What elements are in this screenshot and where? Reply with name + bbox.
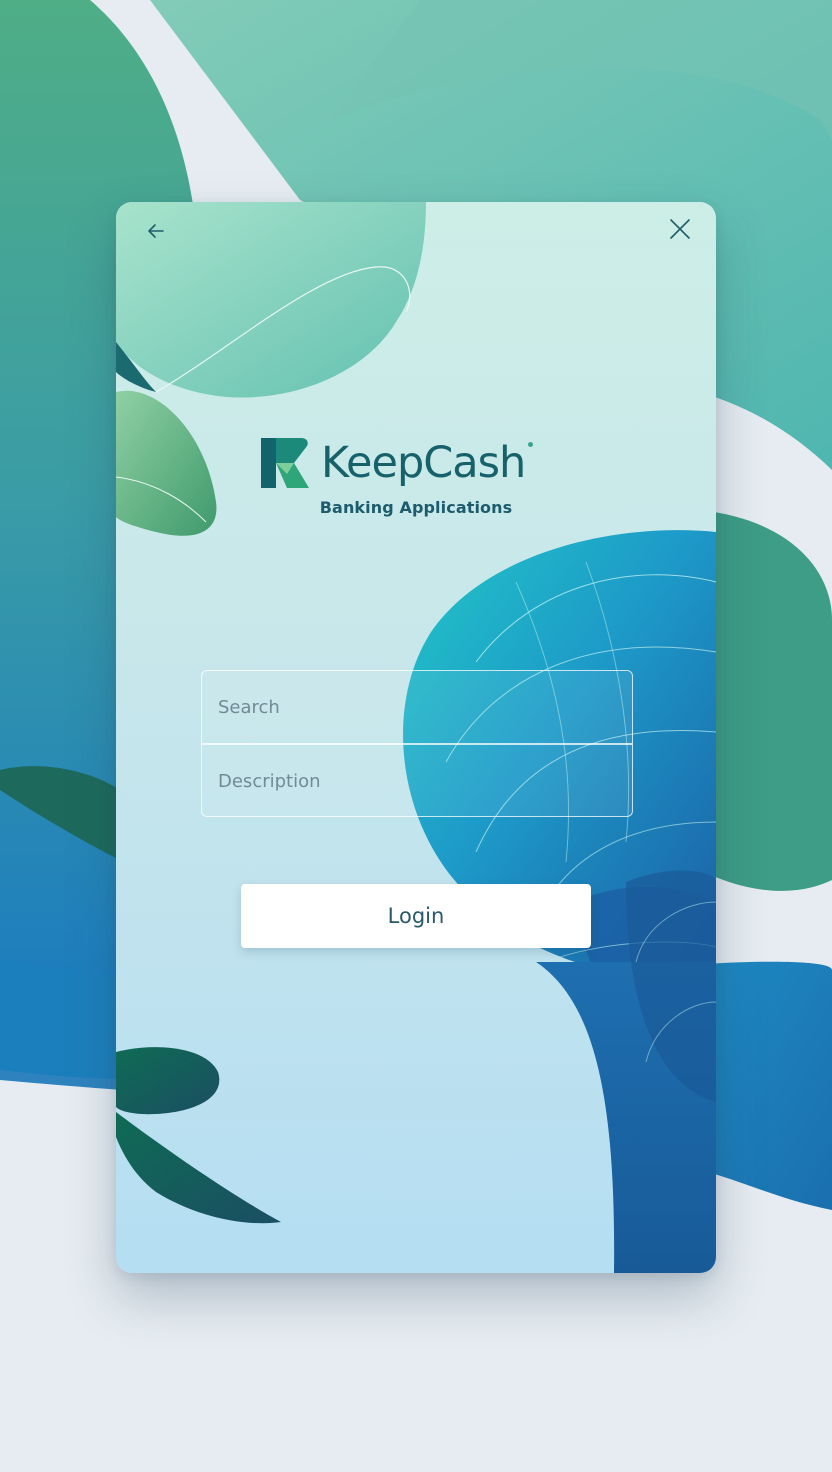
search-input[interactable] [202, 671, 632, 743]
login-card: KeepCash Banking Applications Login [116, 202, 716, 1273]
app-tagline: Banking Applications [319, 498, 513, 517]
back-button[interactable] [140, 215, 172, 247]
description-input[interactable] [202, 745, 632, 817]
close-icon [670, 219, 690, 239]
arrow-left-icon [148, 224, 164, 238]
login-form [201, 670, 633, 817]
close-button[interactable] [664, 213, 696, 245]
app-name-text: KeepCash [321, 438, 526, 488]
keepcash-logo-icon [261, 438, 309, 488]
app-logo: KeepCash [261, 436, 534, 490]
app-name: KeepCash [321, 436, 534, 490]
login-button[interactable]: Login [241, 884, 591, 948]
